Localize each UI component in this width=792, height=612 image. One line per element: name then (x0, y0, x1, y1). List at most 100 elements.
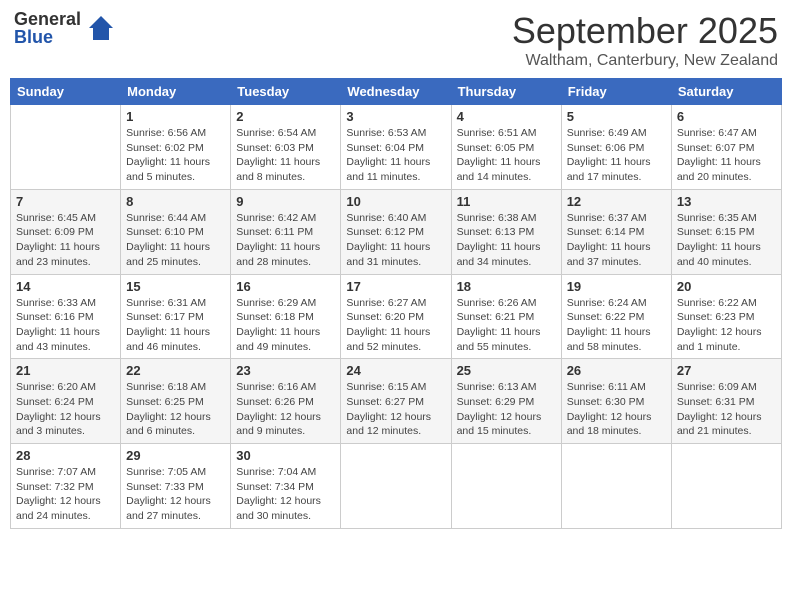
day-number: 24 (346, 363, 445, 378)
calendar-week-row: 28Sunrise: 7:07 AMSunset: 7:32 PMDayligh… (11, 444, 782, 529)
day-number: 13 (677, 194, 776, 209)
day-info: Sunrise: 6:53 AMSunset: 6:04 PMDaylight:… (346, 126, 445, 185)
calendar-cell: 10 Sunrise: 6:40 AMSunset: 6:12 PMDayligh… (341, 189, 451, 274)
day-info: Sunrise: 6:56 AMSunset: 6:02 PMDaylight:… (126, 126, 225, 185)
calendar-cell: 8Sunrise: 6:44 AMSunset: 6:10 PMDaylight… (121, 189, 231, 274)
day-number: 15 (126, 279, 225, 294)
day-info: Sunrise: 6:37 AMSunset: 6:14 PMDaylight:… (567, 211, 666, 270)
calendar-cell: 16 Sunrise: 6:29 AMSunset: 6:18 PMDayligh… (231, 274, 341, 359)
day-number: 12 (567, 194, 666, 209)
calendar-cell: 7 Sunrise: 6:45 AMSunset: 6:09 PMDaylight… (11, 189, 121, 274)
calendar-cell: 14 Sunrise: 6:33 AMSunset: 6:16 PMDayligh… (11, 274, 121, 359)
day-info: Sunrise: 6:33 AMSunset: 6:16 PMDaylight:… (16, 296, 115, 355)
calendar-cell: 18 Sunrise: 6:26 AMSunset: 6:21 PMDayligh… (451, 274, 561, 359)
calendar-cell: 12 Sunrise: 6:37 AMSunset: 6:14 PMDayligh… (561, 189, 671, 274)
calendar-week-row: 14 Sunrise: 6:33 AMSunset: 6:16 PMDayligh… (11, 274, 782, 359)
day-info: Sunrise: 6:42 AMSunset: 6:11 PMDaylight:… (236, 211, 335, 270)
day-number: 7 (16, 194, 115, 209)
day-info: Sunrise: 6:29 AMSunset: 6:18 PMDaylight:… (236, 296, 335, 355)
logo-blue: Blue (14, 28, 81, 46)
day-info: Sunrise: 6:18 AMSunset: 6:25 PMDaylight:… (126, 380, 225, 439)
logo-general: General (14, 10, 81, 28)
day-info: Sunrise: 6:45 AMSunset: 6:09 PMDaylight:… (16, 211, 115, 270)
calendar-cell: 27Sunrise: 6:09 AMSunset: 6:31 PMDayligh… (671, 359, 781, 444)
day-info: Sunrise: 6:11 AMSunset: 6:30 PMDaylight:… (567, 380, 666, 439)
day-number: 14 (16, 279, 115, 294)
calendar-cell: 21 Sunrise: 6:20 AMSunset: 6:24 PMDayligh… (11, 359, 121, 444)
day-number: 25 (457, 363, 556, 378)
calendar-cell: 24Sunrise: 6:15 AMSunset: 6:27 PMDayligh… (341, 359, 451, 444)
logo: General Blue (14, 10, 115, 46)
calendar-cell: 30 Sunrise: 7:04 AMSunset: 7:34 PMDayligh… (231, 444, 341, 529)
calendar-cell: 20 Sunrise: 6:22 AMSunset: 6:23 PMDayligh… (671, 274, 781, 359)
day-info: Sunrise: 6:54 AMSunset: 6:03 PMDaylight:… (236, 126, 335, 185)
day-info: Sunrise: 6:16 AMSunset: 6:26 PMDaylight:… (236, 380, 335, 439)
day-number: 21 (16, 363, 115, 378)
day-info: Sunrise: 6:24 AMSunset: 6:22 PMDaylight:… (567, 296, 666, 355)
day-info: Sunrise: 6:40 AMSunset: 6:12 PMDaylight:… (346, 211, 445, 270)
day-info: Sunrise: 6:31 AMSunset: 6:17 PMDaylight:… (126, 296, 225, 355)
calendar-cell: 17 Sunrise: 6:27 AMSunset: 6:20 PMDayligh… (341, 274, 451, 359)
day-number: 27 (677, 363, 776, 378)
day-number: 23 (236, 363, 335, 378)
calendar-cell (341, 444, 451, 529)
day-info: Sunrise: 6:22 AMSunset: 6:23 PMDaylight:… (677, 296, 776, 355)
calendar-cell: 9Sunrise: 6:42 AMSunset: 6:11 PMDaylight… (231, 189, 341, 274)
day-info: Sunrise: 6:51 AMSunset: 6:05 PMDaylight:… (457, 126, 556, 185)
day-number: 16 (236, 279, 335, 294)
calendar-cell: 29Sunrise: 7:05 AMSunset: 7:33 PMDayligh… (121, 444, 231, 529)
calendar-week-row: 7 Sunrise: 6:45 AMSunset: 6:09 PMDaylight… (11, 189, 782, 274)
day-number: 30 (236, 448, 335, 463)
calendar-week-row: 21 Sunrise: 6:20 AMSunset: 6:24 PMDayligh… (11, 359, 782, 444)
calendar-cell: 13 Sunrise: 6:35 AMSunset: 6:15 PMDayligh… (671, 189, 781, 274)
day-number: 10 (346, 194, 445, 209)
weekday-header: Saturday (671, 79, 781, 105)
location-title: Waltham, Canterbury, New Zealand (512, 52, 778, 70)
calendar-cell: 22 Sunrise: 6:18 AMSunset: 6:25 PMDayligh… (121, 359, 231, 444)
day-info: Sunrise: 6:47 AMSunset: 6:07 PMDaylight:… (677, 126, 776, 185)
day-number: 4 (457, 109, 556, 124)
day-info: Sunrise: 7:05 AMSunset: 7:33 PMDaylight:… (126, 465, 225, 524)
day-info: Sunrise: 7:04 AMSunset: 7:34 PMDaylight:… (236, 465, 335, 524)
day-number: 18 (457, 279, 556, 294)
day-number: 5 (567, 109, 666, 124)
calendar-week-row: 1 Sunrise: 6:56 AMSunset: 6:02 PMDaylight… (11, 105, 782, 190)
calendar-cell: 6 Sunrise: 6:47 AMSunset: 6:07 PMDaylight… (671, 105, 781, 190)
calendar-cell: 28Sunrise: 7:07 AMSunset: 7:32 PMDayligh… (11, 444, 121, 529)
calendar-cell (561, 444, 671, 529)
calendar-cell: 4 Sunrise: 6:51 AMSunset: 6:05 PMDaylight… (451, 105, 561, 190)
day-info: Sunrise: 6:26 AMSunset: 6:21 PMDaylight:… (457, 296, 556, 355)
day-info: Sunrise: 6:38 AMSunset: 6:13 PMDaylight:… (457, 211, 556, 270)
day-info: Sunrise: 6:35 AMSunset: 6:15 PMDaylight:… (677, 211, 776, 270)
calendar-cell: 15 Sunrise: 6:31 AMSunset: 6:17 PMDayligh… (121, 274, 231, 359)
day-number: 1 (126, 109, 225, 124)
day-number: 17 (346, 279, 445, 294)
day-number: 11 (457, 194, 556, 209)
day-number: 20 (677, 279, 776, 294)
calendar-cell: 5 Sunrise: 6:49 AMSunset: 6:06 PMDaylight… (561, 105, 671, 190)
calendar-cell: 23 Sunrise: 6:16 AMSunset: 6:26 PMDayligh… (231, 359, 341, 444)
weekday-header-row: SundayMondayTuesdayWednesdayThursdayFrid… (11, 79, 782, 105)
day-number: 3 (346, 109, 445, 124)
weekday-header: Wednesday (341, 79, 451, 105)
day-number: 6 (677, 109, 776, 124)
day-info: Sunrise: 6:27 AMSunset: 6:20 PMDaylight:… (346, 296, 445, 355)
calendar-cell: 1 Sunrise: 6:56 AMSunset: 6:02 PMDaylight… (121, 105, 231, 190)
day-info: Sunrise: 6:13 AMSunset: 6:29 PMDaylight:… (457, 380, 556, 439)
day-info: Sunrise: 7:07 AMSunset: 7:32 PMDaylight:… (16, 465, 115, 524)
calendar-cell (451, 444, 561, 529)
day-info: Sunrise: 6:49 AMSunset: 6:06 PMDaylight:… (567, 126, 666, 185)
calendar-cell (11, 105, 121, 190)
calendar-cell: 3 Sunrise: 6:53 AMSunset: 6:04 PMDaylight… (341, 105, 451, 190)
weekday-header: Sunday (11, 79, 121, 105)
calendar-table: SundayMondayTuesdayWednesdayThursdayFrid… (10, 78, 782, 529)
calendar-cell (671, 444, 781, 529)
weekday-header: Monday (121, 79, 231, 105)
calendar-cell: 19Sunrise: 6:24 AMSunset: 6:22 PMDayligh… (561, 274, 671, 359)
day-number: 22 (126, 363, 225, 378)
weekday-header: Thursday (451, 79, 561, 105)
day-number: 2 (236, 109, 335, 124)
calendar-cell: 11 Sunrise: 6:38 AMSunset: 6:13 PMDayligh… (451, 189, 561, 274)
weekday-header: Friday (561, 79, 671, 105)
day-info: Sunrise: 6:20 AMSunset: 6:24 PMDaylight:… (16, 380, 115, 439)
